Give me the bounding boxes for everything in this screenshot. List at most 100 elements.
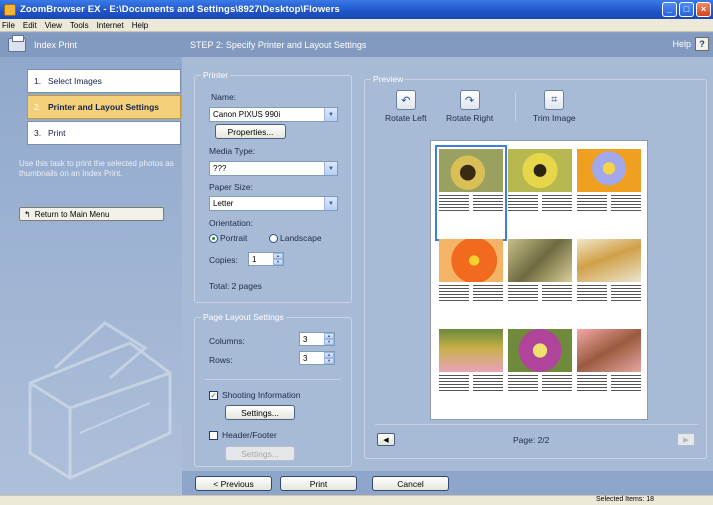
return-label: Return to Main Menu — [34, 209, 110, 219]
landscape-label: Landscape — [280, 233, 322, 243]
rotate-right-button[interactable]: ↷ Rotate Right — [446, 90, 493, 123]
thumbnail-6[interactable] — [577, 239, 641, 327]
thumbnail-4[interactable] — [439, 239, 503, 327]
help-link[interactable]: Help — [672, 39, 691, 49]
menu-tools[interactable]: Tools — [70, 21, 89, 30]
toolbar-separator — [515, 92, 516, 122]
printer-name-label: Name: — [211, 92, 237, 102]
thumbnail-2[interactable] — [508, 149, 572, 237]
shooting-info-lines — [577, 285, 641, 301]
thumbnail-5[interactable] — [508, 239, 572, 327]
printer-name-select[interactable]: Canon PIXUS 990i ▼ — [209, 107, 338, 122]
step-header: STEP 2: Specify Printer and Layout Setti… — [182, 33, 713, 57]
thumbnail-8[interactable] — [508, 329, 572, 417]
printer-group-title: Printer — [201, 70, 231, 80]
paper-size-value: Letter — [213, 199, 234, 208]
checkmark-icon: ✓ — [209, 390, 218, 400]
chevron-down-icon[interactable]: ▼ — [324, 162, 337, 175]
radio-unselected-icon — [269, 233, 278, 243]
rotate-left-label: Rotate Left — [385, 113, 427, 123]
rows-stepper[interactable]: 3 ▲ ▼ — [299, 351, 335, 365]
next-page-button[interactable]: ▶ — [677, 433, 695, 446]
cancel-button[interactable]: Cancel — [372, 476, 449, 491]
total-pages-text: Total: 2 pages — [209, 281, 262, 291]
step-label: Select Images — [48, 76, 102, 86]
flower-photo — [577, 239, 641, 282]
close-icon[interactable]: × — [696, 2, 711, 17]
step-label: Printer and Layout Settings — [48, 102, 159, 112]
print-button[interactable]: Print — [280, 476, 357, 491]
printer-icon — [8, 35, 26, 52]
media-type-value: ??? — [213, 164, 227, 173]
menu-view[interactable]: View — [45, 21, 62, 30]
task-panel: Index Print 1. Select Images 2. Printer … — [0, 33, 182, 495]
layout-divider — [205, 379, 341, 380]
landscape-radio[interactable]: Landscape — [269, 233, 322, 243]
menu-edit[interactable]: Edit — [23, 21, 37, 30]
shooting-info-lines — [577, 195, 641, 211]
page-indicator: Page: 2/2 — [513, 435, 550, 445]
chevron-down-icon[interactable]: ▼ — [324, 108, 337, 121]
stepper-arrows: ▲ ▼ — [324, 333, 334, 345]
shooting-info-lines — [508, 375, 572, 391]
menu-help[interactable]: Help — [132, 21, 148, 30]
header-footer-checkbox[interactable]: Header/Footer — [209, 430, 277, 440]
shooting-info-label: Shooting Information — [222, 390, 301, 400]
status-bar: Selected Items: 18 — [0, 495, 713, 505]
shooting-info-lines — [439, 195, 503, 211]
portrait-label: Portrait — [220, 233, 248, 243]
columns-stepper[interactable]: 3 ▲ ▼ — [299, 332, 335, 346]
menu-file[interactable]: File — [2, 21, 15, 30]
stepper-down-icon[interactable]: ▼ — [273, 259, 283, 265]
preview-page — [430, 140, 648, 420]
chevron-down-icon[interactable]: ▼ — [324, 197, 337, 210]
stepper-down-icon[interactable]: ▼ — [324, 358, 334, 364]
menu-internet[interactable]: Internet — [97, 21, 124, 30]
rotate-right-label: Rotate Right — [446, 113, 494, 123]
header-footer-settings-button[interactable]: Settings... — [225, 446, 295, 461]
maximize-icon[interactable]: □ — [679, 2, 694, 17]
previous-page-button[interactable]: ◀ — [377, 433, 395, 446]
orientation-label: Orientation: — [209, 218, 253, 228]
copies-stepper[interactable]: 1 ▲ ▼ — [248, 252, 284, 266]
shooting-settings-button[interactable]: Settings... — [225, 405, 295, 420]
flower-photo — [508, 329, 572, 372]
help-icon[interactable]: ? — [695, 37, 709, 51]
step-print[interactable]: 3. Print — [27, 121, 181, 145]
thumbnail-7[interactable] — [439, 329, 503, 417]
portrait-radio[interactable]: Portrait — [209, 233, 247, 243]
step-number: 2. — [34, 102, 42, 112]
stepper-down-icon[interactable]: ▼ — [324, 339, 334, 345]
preview-divider — [375, 424, 698, 425]
step-number: 1. — [34, 76, 42, 86]
flower-photo — [508, 239, 572, 282]
printer-name-value: Canon PIXUS 990i — [213, 110, 281, 119]
rotate-left-button[interactable]: ↶ Rotate Left — [385, 90, 427, 123]
trim-image-button[interactable]: ⌗ Trim Image — [533, 90, 576, 123]
properties-button[interactable]: Properties... — [215, 124, 286, 139]
thumbnail-1[interactable] — [435, 145, 507, 241]
return-arrow-icon: ↰ — [24, 209, 31, 219]
paper-size-select[interactable]: Letter ▼ — [209, 196, 338, 211]
stepper-arrows: ▲ ▼ — [324, 352, 334, 364]
step-number: 3. — [34, 128, 42, 138]
thumbnail-3[interactable] — [577, 149, 641, 237]
copies-label: Copies: — [209, 255, 238, 265]
columns-value: 3 — [303, 334, 308, 344]
shooting-info-lines — [439, 285, 503, 301]
selected-items-count: Selected Items: 18 — [596, 496, 654, 503]
flower-photo — [439, 239, 503, 282]
step-printer-layout[interactable]: 2. Printer and Layout Settings — [27, 95, 181, 119]
preview-group: Preview ↶ Rotate Left ↷ Rotate Right ⌗ T… — [364, 74, 707, 459]
return-main-menu-button[interactable]: ↰ Return to Main Menu — [19, 207, 164, 221]
menu-bar: File Edit View Tools Internet Help — [0, 19, 713, 32]
previous-button[interactable]: < Previous — [195, 476, 272, 491]
thumbnail-9[interactable] — [577, 329, 641, 417]
task-title: Index Print — [34, 40, 78, 50]
title-bar: ZoomBrowser EX - E:\Documents and Settin… — [0, 0, 713, 19]
shooting-info-lines — [508, 195, 572, 211]
step-select-images[interactable]: 1. Select Images — [27, 69, 181, 93]
media-type-select[interactable]: ??? ▼ — [209, 161, 338, 176]
minimize-icon[interactable]: _ — [662, 2, 677, 17]
shooting-info-checkbox[interactable]: ✓ Shooting Information — [209, 390, 300, 400]
